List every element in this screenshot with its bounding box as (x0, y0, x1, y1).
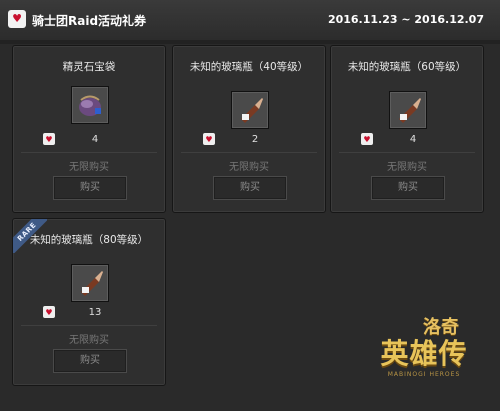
item-quantity: 13 (88, 307, 102, 318)
divider (21, 152, 157, 153)
item-name: 未知的玻璃瓶（80等级） (29, 234, 149, 246)
divider (339, 152, 475, 153)
item-quantity: 4 (409, 134, 417, 145)
buy-button[interactable]: 购买 (371, 176, 445, 200)
spirit-stone-pouch-icon[interactable] (71, 86, 109, 124)
purchase-limit: 无限购买 (229, 162, 269, 173)
purchase-limit: 无限购买 (69, 335, 109, 346)
purchase-limit: 无限购买 (69, 162, 109, 173)
glass-bottle-icon[interactable] (231, 91, 269, 129)
window-title: 骑士团Raid活动礼券 (32, 14, 147, 28)
game-logo: 洛奇 英雄传 MABINOGI HEROES (360, 318, 488, 398)
coupon-heart-icon: ♥ (43, 306, 55, 318)
glass-bottle-icon[interactable] (389, 91, 427, 129)
purchase-limit: 无限购买 (387, 162, 427, 173)
coupon-heart-icon: ♥ (8, 10, 26, 28)
divider (181, 152, 317, 153)
item-name: 未知的玻璃瓶（40等级） (189, 61, 309, 73)
shop-item-card: RARE 未知的玻璃瓶（80等级） ♥ 13 无限购买 购买 (12, 218, 166, 386)
shop-item-card: 未知的玻璃瓶（60等级） ♥ 4 无限购买 购买 (330, 45, 484, 213)
header-divider (0, 40, 500, 44)
logo-main-text: 英雄传 (380, 337, 468, 370)
item-quantity: 2 (251, 134, 259, 145)
divider (21, 325, 157, 326)
logo-subtitle: MABINOGI HEROES (387, 371, 461, 378)
logo-top-text: 洛奇 (423, 317, 459, 338)
coupon-heart-icon: ♥ (203, 133, 215, 145)
title-bar: ♥ 骑士团Raid活动礼券 2016.11.23 ~ 2016.12.07 (0, 0, 500, 41)
shop-item-card: 未知的玻璃瓶（40等级） ♥ 2 无限购买 购买 (172, 45, 326, 213)
buy-button[interactable]: 购买 (53, 349, 127, 373)
coupon-heart-icon: ♥ (361, 133, 373, 145)
item-name: 未知的玻璃瓶（60等级） (347, 61, 467, 73)
coupon-heart-icon: ♥ (43, 133, 55, 145)
buy-button[interactable]: 购买 (53, 176, 127, 200)
item-name: 精灵石宝袋 (62, 61, 116, 73)
event-dates: 2016.11.23 ~ 2016.12.07 (327, 13, 484, 26)
glass-bottle-icon[interactable] (71, 264, 109, 302)
buy-button[interactable]: 购买 (213, 176, 287, 200)
item-quantity: 4 (91, 134, 99, 145)
shop-item-card: 精灵石宝袋 ♥ 4 无限购买 购买 (12, 45, 166, 213)
